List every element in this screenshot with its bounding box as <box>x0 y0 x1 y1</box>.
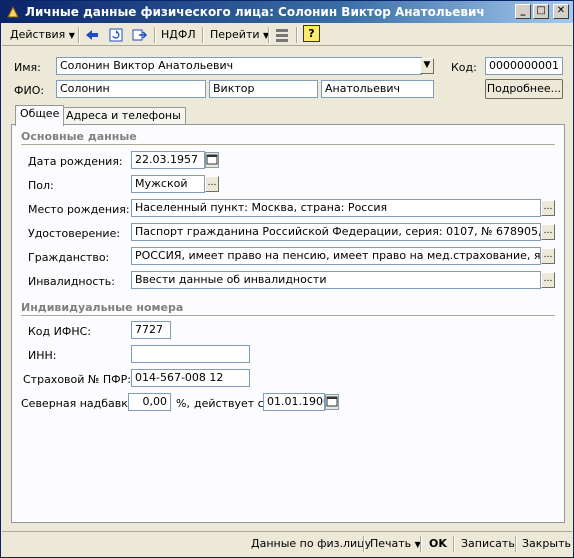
back-arrow-icon[interactable] <box>84 27 100 43</box>
percent-sign: %, <box>176 397 190 410</box>
help-button[interactable]: ? <box>303 25 320 42</box>
ellipsis-icon: … <box>207 178 217 188</box>
birth-date-calendar-button[interactable] <box>205 152 219 168</box>
ellipsis-icon: … <box>543 274 553 284</box>
minimize-button[interactable]: _ <box>515 4 531 19</box>
tab-panel-general <box>11 124 565 523</box>
toolbar-separator <box>154 27 156 43</box>
code-label: Код: <box>451 61 477 74</box>
print-menu[interactable]: Печать ▼ <box>370 537 421 550</box>
document-refresh-icon[interactable] <box>108 27 124 43</box>
actions-menu[interactable]: Действия ▼ <box>10 26 75 44</box>
valid-from-label: действует с: <box>194 397 268 410</box>
person-data-button[interactable]: Данные по физ.лицу <box>251 537 371 550</box>
gender-select-button[interactable]: … <box>205 176 219 192</box>
save-button[interactable]: Записать <box>461 537 515 550</box>
actions-label: Действия <box>10 28 66 41</box>
gender-label: Пол: <box>28 179 54 192</box>
citizenship-field[interactable]: РОССИЯ, имеет право на пенсию, имеет пра… <box>131 247 541 265</box>
toolbar: Действия ▼ НДФЛ Перейти ▼ ? <box>2 24 572 46</box>
valid-from-field[interactable]: 01.01.1900 <box>263 393 325 411</box>
tab-general[interactable]: Общее <box>15 105 65 126</box>
name-field[interactable]: Солонин Виктор Анатольевич <box>56 57 422 75</box>
ok-button[interactable]: OK <box>429 537 447 550</box>
birthplace-field[interactable]: Населенный пункт: Москва, страна: Россия <box>131 199 541 217</box>
valid-from-calendar-button[interactable] <box>325 394 339 410</box>
birthplace-select-button[interactable]: … <box>541 200 555 216</box>
ellipsis-icon: … <box>543 250 553 260</box>
toolbar-separator <box>202 27 204 43</box>
title-bar[interactable]: Личные данные физического лица: Солонин … <box>1 1 573 23</box>
window-title: Личные данные физического лица: Солонин … <box>25 5 485 19</box>
list-view-icon[interactable] <box>274 27 290 43</box>
id-document-select-button[interactable]: … <box>541 224 555 240</box>
citizenship-select-button[interactable]: … <box>541 248 555 264</box>
birth-date-field[interactable]: 22.03.1957 <box>131 151 205 169</box>
pfr-field[interactable]: 014-567-008 12 <box>131 369 250 387</box>
northern-bonus-label: Северная надбавка: <box>21 397 139 410</box>
middle-name-field[interactable]: Анатольевич <box>321 80 434 98</box>
ifns-field[interactable]: 7727 <box>131 321 171 339</box>
ellipsis-icon: … <box>543 226 553 236</box>
person-data-window: Личные данные физического лица: Солонин … <box>0 0 574 558</box>
name-dropdown-button[interactable]: ▼ <box>420 58 434 74</box>
footer-separator <box>453 536 455 552</box>
id-document-field[interactable]: Паспорт гражданина Российской Федерации,… <box>131 223 541 241</box>
calendar-icon <box>326 396 338 407</box>
ellipsis-icon: … <box>543 202 553 212</box>
citizenship-label: Гражданство: <box>28 251 110 264</box>
inn-field[interactable] <box>131 345 250 363</box>
print-label: Печать <box>370 537 412 550</box>
ifns-label: Код ИФНС: <box>28 325 91 338</box>
gender-field[interactable]: Мужской <box>131 175 205 193</box>
tab-addresses-phones[interactable]: Адреса и телефоны <box>61 107 186 125</box>
northern-bonus-field[interactable]: 0,00 <box>128 393 171 411</box>
fio-label: ФИО: <box>14 84 45 97</box>
footer-separator <box>420 536 422 552</box>
section-divider <box>21 144 555 145</box>
footer-separator <box>363 536 365 552</box>
app-icon <box>7 5 19 18</box>
toolbar-separator <box>268 27 270 43</box>
toolbar-separator <box>78 27 80 43</box>
section-individual-title: Индивидуальные номера <box>21 301 184 314</box>
last-name-field[interactable]: Солонин <box>56 80 206 98</box>
inn-label: ИНН: <box>28 349 57 362</box>
goto-label: Перейти <box>210 28 260 41</box>
birth-date-label: Дата рождения: <box>28 155 123 168</box>
close-window-button[interactable]: ✕ <box>553 4 569 19</box>
calendar-icon <box>206 154 218 165</box>
disability-label: Инвалидность: <box>28 275 115 288</box>
pfr-label: Страховой № ПФР: <box>23 373 131 386</box>
footer-bar: Данные по физ.лицу Печать ▼ OK Записать … <box>2 531 572 557</box>
goto-menu[interactable]: Перейти ▼ <box>210 26 269 44</box>
disability-field[interactable]: Ввести данные об инвалидности <box>131 271 541 289</box>
footer-separator <box>515 536 517 552</box>
close-button[interactable]: Закрыть <box>522 537 571 550</box>
section-divider <box>21 315 555 316</box>
maximize-button[interactable]: □ <box>533 4 549 19</box>
chevron-down-icon: ▼ <box>423 60 431 70</box>
first-name-field[interactable]: Виктор <box>209 80 318 98</box>
transfer-icon[interactable] <box>132 27 148 43</box>
section-basic-title: Основные данные <box>21 130 137 143</box>
name-label: Имя: <box>14 61 41 74</box>
chevron-down-icon: ▼ <box>68 31 75 40</box>
toolbar-separator <box>296 27 298 43</box>
id-document-label: Удостоверение: <box>28 227 121 240</box>
birthplace-label: Место рождения: <box>28 203 130 216</box>
disability-select-button[interactable]: … <box>541 272 555 288</box>
details-button[interactable]: Подробнее... <box>485 79 563 99</box>
code-field[interactable]: 0000000001 <box>485 57 563 75</box>
ndfl-button[interactable]: НДФЛ <box>161 26 196 44</box>
